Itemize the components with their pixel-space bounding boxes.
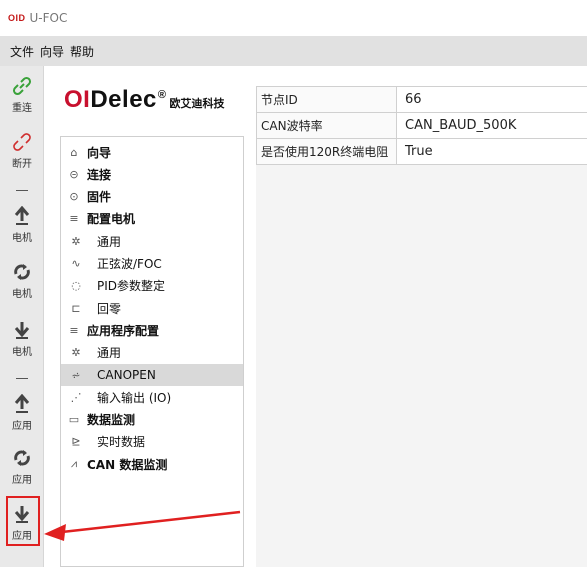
download-motor-button[interactable]: 电机 [0,318,44,358]
tree-item-label: 通用 [97,346,122,361]
home-return-icon: ⊏ [71,301,81,315]
highlight-box [6,496,40,546]
tree-item[interactable]: ⊵ 实时数据 [61,431,243,453]
sync-motor-label: 电机 [12,289,32,300]
toolbar-divider [16,190,28,191]
tree-item-label: 回零 [97,301,122,316]
tree-item-label: 配置电机 [87,212,136,227]
property-value[interactable]: CAN_BAUD_500K [397,113,587,138]
tune-icon: ◌ [71,279,81,293]
brand-chinese-name: 欧艾迪科技 [169,97,225,110]
tree-item-label: PID参数整定 [97,279,166,294]
tree-item-label: 数据监测 [87,413,136,428]
tree-item[interactable]: ⋰ 输入输出 (IO) [61,386,243,408]
title-bar: OID U-FOC [0,0,587,36]
tree-item[interactable]: ▭ 数据监测 [61,409,243,431]
tree-item-label: CAN 数据监测 [87,457,168,472]
gear-icon: ✲ [71,346,81,360]
network-icon: ⩘ [70,457,78,471]
unlink-icon [11,130,33,154]
refresh-icon [12,260,32,284]
monitor-icon: ▭ [68,413,80,427]
tree-item[interactable]: ⩘ CAN 数据监测 [61,453,243,475]
window-title: U-FOC [29,11,68,25]
upload-motor-label: 电机 [12,233,32,244]
io-icon: ⋰ [70,390,82,404]
link-icon [11,74,33,98]
upload-icon [14,392,30,416]
menu-file[interactable]: 文件 [10,43,34,60]
property-grid: 节点ID 66 CAN波特率 CAN_BAUD_500K 是否使用120R终端电阻 Tru… [256,86,587,165]
tree-item-label: 实时数据 [97,435,146,450]
property-key: 是否使用120R终端电阻 [257,139,397,164]
tree-item[interactable]: ✲ 通用 [61,342,243,364]
tree-item-label: 向导 [87,145,112,160]
tree-item[interactable]: ⊙ 固件 [61,186,243,208]
tree-item[interactable]: ⩫ CANOPEN [61,364,243,386]
tree-item[interactable]: ∿ 正弦波/FOC [61,253,243,275]
sync-motor-button[interactable]: 电机 [0,260,44,300]
upload-app-button[interactable]: 应用 [0,392,44,432]
link-icon: ⊝ [69,167,79,181]
download-icon [14,318,30,342]
tree-item[interactable]: ≡ 配置电机 [61,208,243,230]
tree-item-label: 应用程序配置 [87,323,160,338]
reconnect-button[interactable]: 重连 [0,74,44,114]
navigation-tree: ⌂ 向导 ⊝ 连接 ⊙ 固件 ≡ 配置电机 ✲ 通用 ∿ 正弦波/FOC ◌ PID参数整定 ⊏ 回零 ≡ 应用程… [60,136,244,567]
property-value[interactable]: 66 [397,87,587,112]
tree-item[interactable]: ⊝ 连接 [61,163,243,185]
menu-help[interactable]: 帮助 [70,43,94,60]
tree-item[interactable]: ◌ PID参数整定 [61,275,243,297]
tree-item-label: 固件 [87,190,112,205]
property-key: CAN波特率 [257,113,397,138]
tree-item-label: 连接 [87,167,112,182]
property-row[interactable]: 节点ID 66 [257,87,587,113]
reconnect-label: 重连 [12,103,32,114]
menu-bar: 文件 向导 帮助 [0,36,587,66]
sliders-icon: ≡ [69,323,79,337]
download-motor-label: 电机 [12,347,32,358]
app-logo: OID [8,13,26,23]
brand-name: OIDelec® [64,86,167,113]
left-toolbar: 重连 断开 电机 电机 电机 应用 应用 应用 [0,66,44,567]
disconnect-label: 断开 [12,159,32,170]
tree-item-label: 正弦波/FOC [97,257,162,271]
canopen-icon: ⩫ [71,368,81,382]
chip-icon: ⊙ [69,190,79,204]
sync-app-label: 应用 [12,475,32,486]
disconnect-button[interactable]: 断开 [0,130,44,170]
menu-wizard[interactable]: 向导 [40,43,64,60]
tree-item[interactable]: ⌂ 向导 [61,141,243,163]
property-key: 节点ID [257,87,397,112]
tree-item-label: CANOPEN [97,368,156,382]
gear-icon: ✲ [71,234,81,248]
refresh-icon [12,446,32,470]
sync-app-button[interactable]: 应用 [0,446,44,486]
tree-item[interactable]: ⊏ 回零 [61,297,243,319]
chart-icon: ⊵ [71,435,81,449]
tree-item[interactable]: ✲ 通用 [61,230,243,252]
wave-icon: ∿ [71,257,81,270]
side-panel: OIDelec® 欧艾迪科技 ⌂ 向导 ⊝ 连接 ⊙ 固件 ≡ 配置电机 ✲ 通用 ∿ 正弦波/FOC… [52,76,248,567]
brand-logo: OIDelec® 欧艾迪科技 [64,86,225,114]
property-row[interactable]: 是否使用120R终端电阻 True [257,139,587,165]
sliders-icon: ≡ [69,212,79,226]
tree-item-label: 通用 [97,234,122,249]
property-row[interactable]: CAN波特率 CAN_BAUD_500K [257,113,587,139]
property-value[interactable]: True [397,139,587,164]
upload-icon [14,204,30,228]
home-icon: ⌂ [70,145,78,159]
toolbar-divider [16,378,28,379]
tree-item[interactable]: ≡ 应用程序配置 [61,319,243,341]
upload-app-label: 应用 [12,421,32,432]
tree-item-label: 输入输出 (IO) [97,390,172,405]
upload-motor-button[interactable]: 电机 [0,204,44,244]
